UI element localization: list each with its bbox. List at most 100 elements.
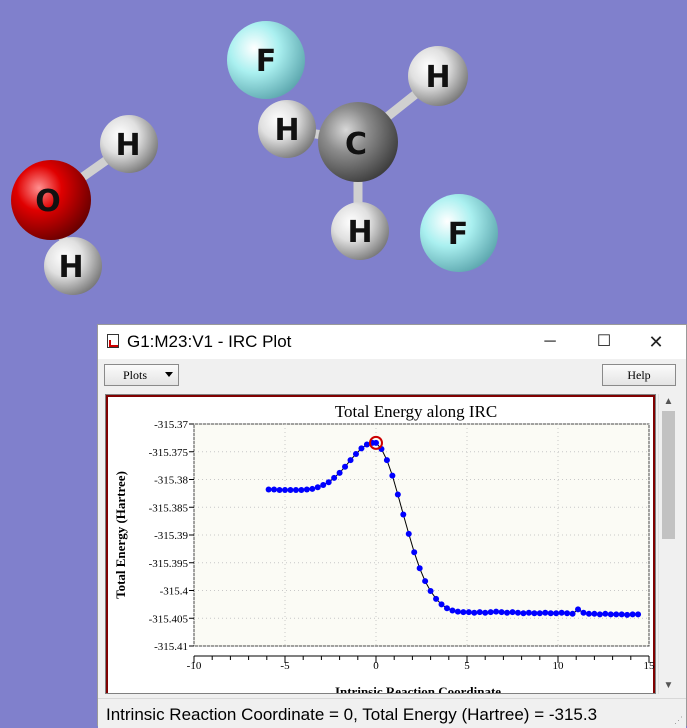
svg-text:H: H <box>425 60 450 95</box>
data-point[interactable] <box>342 463 349 470</box>
y-tick-label: -315.375 <box>149 447 189 459</box>
data-point[interactable] <box>416 565 423 572</box>
data-point[interactable] <box>602 610 609 617</box>
data-point[interactable] <box>465 609 472 616</box>
data-point[interactable] <box>575 606 582 613</box>
atom-c[interactable]: C <box>318 102 398 182</box>
data-point[interactable] <box>298 487 305 494</box>
help-button[interactable]: Help <box>602 364 676 386</box>
svg-text:H: H <box>58 250 83 285</box>
data-point[interactable] <box>271 486 278 493</box>
data-point[interactable] <box>411 549 418 556</box>
data-point[interactable] <box>613 611 620 618</box>
scroll-down-icon[interactable]: ▼ <box>659 678 678 694</box>
data-point[interactable] <box>438 601 445 608</box>
data-point[interactable] <box>558 609 565 616</box>
status-bar: Intrinsic Reaction Coordinate = 0, Total… <box>98 698 686 728</box>
data-point[interactable] <box>624 611 631 618</box>
vertical-scrollbar[interactable]: ▲ ▼ <box>658 394 678 694</box>
data-point[interactable] <box>514 609 521 616</box>
scroll-thumb[interactable] <box>662 411 675 539</box>
data-point[interactable] <box>433 595 440 602</box>
atom-f-right[interactable]: F <box>420 194 498 272</box>
scroll-up-icon[interactable]: ▲ <box>659 394 678 410</box>
data-point[interactable] <box>564 610 571 617</box>
data-point[interactable] <box>347 457 354 464</box>
maximize-button[interactable]: ☐ <box>581 325 627 359</box>
data-point[interactable] <box>585 610 592 617</box>
data-point[interactable] <box>276 487 283 494</box>
data-point[interactable] <box>303 486 310 493</box>
data-point[interactable] <box>629 611 636 618</box>
y-tick-label: -315.39 <box>154 530 188 542</box>
data-point[interactable] <box>460 609 467 616</box>
data-point[interactable] <box>536 610 543 617</box>
close-button[interactable]: ✕ <box>633 325 679 359</box>
data-point[interactable] <box>287 487 294 494</box>
atom-h-water-bottom[interactable]: H <box>44 237 102 295</box>
data-point[interactable] <box>520 610 527 617</box>
data-point[interactable] <box>531 610 538 617</box>
data-point[interactable] <box>476 609 483 616</box>
data-point[interactable] <box>580 609 587 616</box>
data-point[interactable] <box>504 609 511 616</box>
data-point[interactable] <box>471 609 478 616</box>
atom-h-right[interactable]: H <box>408 46 468 106</box>
data-point[interactable] <box>569 610 576 617</box>
data-point[interactable] <box>509 609 516 616</box>
data-point[interactable] <box>336 469 343 476</box>
data-point[interactable] <box>493 608 500 615</box>
svg-text:H: H <box>274 113 299 148</box>
data-point[interactable] <box>482 609 489 616</box>
atom-h-left[interactable]: H <box>258 100 316 158</box>
data-point[interactable] <box>265 486 272 493</box>
data-point[interactable] <box>325 479 332 486</box>
data-point[interactable] <box>331 474 338 481</box>
minimize-button[interactable]: ─ <box>527 325 573 359</box>
data-point[interactable] <box>487 609 494 616</box>
data-point[interactable] <box>553 610 560 617</box>
data-point[interactable] <box>400 511 407 518</box>
data-point[interactable] <box>320 482 327 489</box>
y-tick-label: -315.405 <box>149 613 189 625</box>
data-point[interactable] <box>309 485 316 492</box>
data-point[interactable] <box>405 530 412 537</box>
data-point[interactable] <box>363 441 370 448</box>
plots-menu-button[interactable]: Plots <box>104 364 179 386</box>
data-point[interactable] <box>292 487 299 494</box>
data-point[interactable] <box>427 588 434 595</box>
data-point[interactable] <box>352 450 359 457</box>
window-titlebar[interactable]: G1:M23:V1 - IRC Plot ─ ☐ ✕ <box>98 325 686 359</box>
data-point[interactable] <box>607 611 614 618</box>
atom-h-bottom[interactable]: H <box>331 202 389 260</box>
plot-area[interactable]: Total Energy along IRC -315.37 -315.375 -3… <box>105 394 656 694</box>
data-point[interactable] <box>394 491 401 498</box>
data-point[interactable] <box>383 457 390 464</box>
svg-text:C: C <box>345 127 367 162</box>
resize-grip-icon[interactable]: ⋰ <box>674 715 683 726</box>
data-point[interactable] <box>358 445 365 452</box>
data-point[interactable] <box>454 608 461 615</box>
atom-o[interactable]: O <box>11 160 91 240</box>
app-icon[interactable] <box>107 334 119 348</box>
data-point[interactable] <box>282 487 288 494</box>
data-point[interactable] <box>542 609 549 616</box>
data-point[interactable] <box>618 611 625 618</box>
atom-f-top[interactable]: F <box>227 21 305 99</box>
data-point[interactable] <box>422 578 429 585</box>
data-point[interactable] <box>591 610 598 617</box>
data-point[interactable] <box>373 439 379 446</box>
svg-text:H: H <box>347 215 372 250</box>
data-point[interactable] <box>525 609 532 616</box>
data-point[interactable] <box>635 611 642 618</box>
data-point[interactable] <box>443 605 450 612</box>
atom-h-water-top[interactable]: H <box>100 115 158 173</box>
data-point[interactable] <box>498 609 505 616</box>
y-tick-label: -315.385 <box>149 502 189 514</box>
data-point[interactable] <box>596 611 603 618</box>
data-point[interactable] <box>314 484 321 491</box>
data-point[interactable] <box>547 610 554 617</box>
data-point[interactable] <box>389 472 396 479</box>
data-point[interactable] <box>449 607 456 614</box>
molecule-viewer[interactable]: F H H C H F H H O <box>0 0 687 320</box>
